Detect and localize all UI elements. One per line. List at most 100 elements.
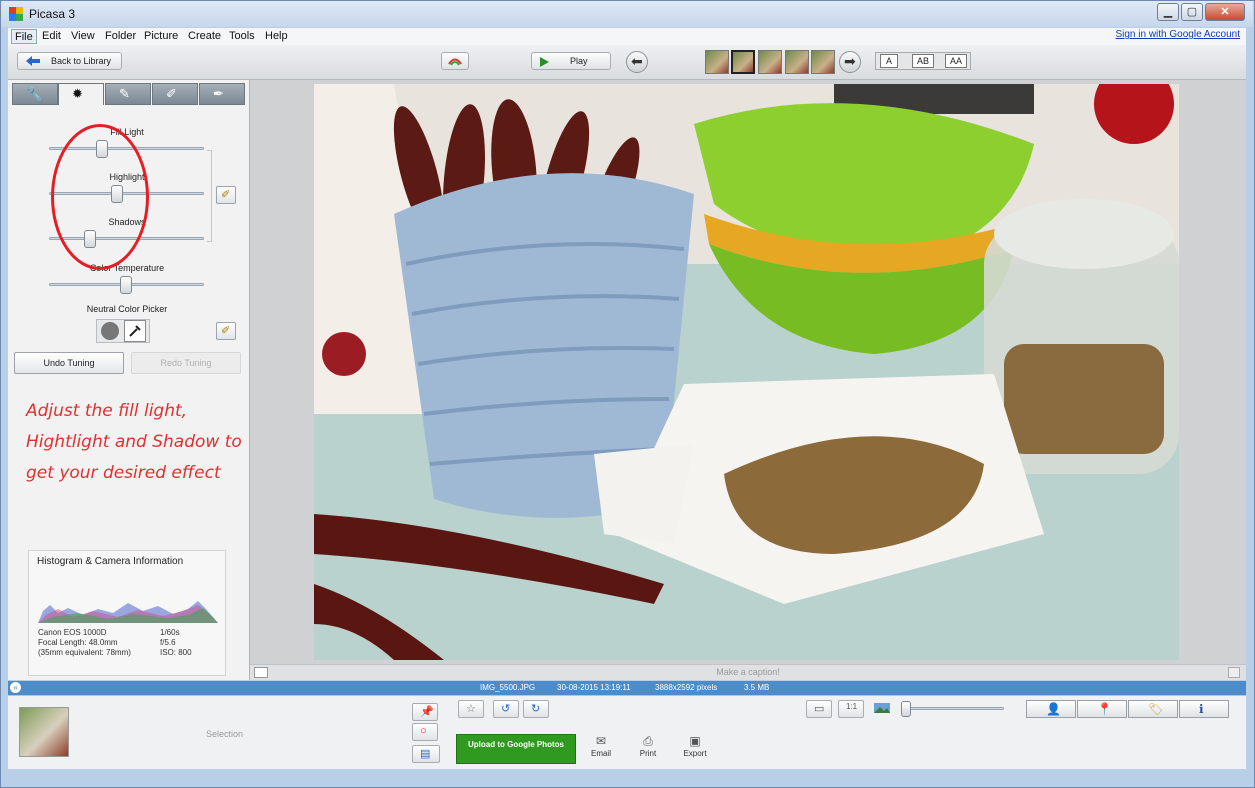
star-icon: ☆ — [466, 703, 476, 715]
menu-folder[interactable]: Folder — [102, 29, 139, 44]
menu-file[interactable]: File — [11, 29, 37, 44]
next-photo-button[interactable]: ➡ — [839, 51, 861, 73]
filmstrip-thumbnail[interactable] — [705, 50, 729, 74]
effects-button[interactable] — [441, 52, 469, 70]
selected-photo-thumbnail[interactable] — [19, 707, 69, 757]
export-label: Export — [683, 749, 707, 758]
tab-basic-fixes[interactable]: 🔧 — [12, 83, 58, 105]
menu-tools[interactable]: Tools — [226, 29, 258, 44]
file-name: IMG_5500.JPG — [480, 683, 536, 692]
clear-button[interactable]: ○ — [412, 723, 438, 741]
pin-icon: 📌 — [420, 706, 434, 718]
wrench-icon: 🔧 — [26, 86, 43, 101]
photo-tray: Selection 📌 ○ ▤ ☆ ↺ ↻ Upload to Google P… — [8, 695, 1246, 769]
neutral-color-picker-label: Neutral Color Picker — [86, 304, 168, 314]
play-slideshow-button[interactable]: Play — [531, 52, 611, 70]
undo-tuning-button[interactable]: Undo Tuning — [14, 352, 124, 374]
fit-view-button[interactable]: ▭ — [806, 700, 832, 718]
neutral-color-swatch — [101, 322, 119, 340]
toolbar: Back to Library Play ⬅ ➡ A AB AA — [8, 45, 1246, 80]
photo-illustration — [314, 84, 1179, 660]
color-temperature-slider-thumb[interactable] — [120, 276, 132, 294]
sign-in-link[interactable]: Sign in with Google Account — [1115, 29, 1240, 40]
magic-wand-icon: ✐ — [221, 325, 231, 337]
filmstrip-thumbnail[interactable] — [785, 50, 809, 74]
window-title: Picasa 3 — [29, 7, 76, 21]
image-dimensions: 3888x2592 pixels — [655, 683, 718, 692]
play-label: Play — [570, 56, 588, 66]
tag-icon: 🏷 — [1148, 702, 1164, 716]
email-label: Email — [590, 749, 611, 758]
focal-length: Focal Length: 48.0mm — [38, 638, 118, 647]
photo-viewer — [250, 80, 1246, 664]
print-label: Print — [639, 749, 657, 758]
add-to-album-button[interactable]: ▤ — [412, 745, 440, 763]
map-pin-icon: 📍 — [1097, 702, 1112, 716]
tab-more-effects[interactable]: ✐ — [152, 83, 198, 105]
photo-image — [314, 84, 1179, 660]
caption-size-large-button[interactable]: AA — [945, 54, 967, 68]
auto-color-button[interactable]: ✐ — [216, 322, 236, 340]
actual-size-button[interactable]: 1:1 — [838, 700, 864, 718]
export-folder-icon: ▣ — [689, 734, 701, 748]
filmstrip-thumbnail-current[interactable] — [731, 50, 755, 74]
filmstrip-thumbnail[interactable] — [758, 50, 782, 74]
email-button[interactable]: ✉ Email — [581, 734, 621, 758]
magic-wand-icon: ✐ — [221, 189, 231, 201]
menu-view[interactable]: View — [68, 29, 98, 44]
back-to-library-button[interactable]: Back to Library — [17, 52, 122, 70]
zoom-icon — [874, 702, 892, 714]
people-button[interactable]: 👤 — [1026, 700, 1076, 718]
menu-edit[interactable]: Edit — [39, 29, 64, 44]
minimize-button[interactable]: ▁ — [1157, 3, 1179, 21]
caption-bar: Make a caption! — [250, 664, 1246, 680]
print-button[interactable]: ⎙ Print — [628, 734, 668, 758]
rotate-left-button[interactable]: ↺ — [493, 700, 519, 718]
tab-tuning[interactable]: ✹ — [58, 83, 104, 105]
close-button[interactable]: ✕ — [1205, 3, 1245, 21]
arrow-right-icon: ➡ — [844, 53, 856, 69]
caption-input[interactable]: Make a caption! — [250, 667, 1246, 677]
brush-green-icon: ✐ — [166, 86, 177, 101]
person-icon: 👤 — [1046, 702, 1061, 716]
tags-button[interactable]: 🏷 — [1128, 700, 1178, 718]
upload-to-google-photos-button[interactable]: Upload to Google Photos — [456, 734, 576, 764]
redo-tuning-button[interactable]: Redo Tuning — [131, 352, 241, 374]
collapse-tray-button[interactable]: « — [10, 682, 21, 693]
menu-create[interactable]: Create — [185, 29, 224, 44]
circle-icon: ○ — [420, 725, 427, 737]
file-size: 3.5 MB — [744, 683, 770, 692]
fit-icon: ▭ — [814, 703, 825, 715]
info-bar: « IMG_5500.JPG 30-08-2015 13:19:11 3888x… — [8, 681, 1246, 695]
tab-even-more-effects[interactable]: ✒ — [199, 83, 245, 105]
menu-help[interactable]: Help — [262, 29, 291, 44]
previous-photo-button[interactable]: ⬅ — [626, 51, 648, 73]
places-button[interactable]: 📍 — [1077, 700, 1127, 718]
email-icon: ✉ — [595, 734, 607, 748]
rotate-right-button[interactable]: ↻ — [523, 700, 549, 718]
properties-button[interactable]: ℹ — [1179, 700, 1229, 718]
album-icon: ▤ — [420, 748, 431, 760]
filmstrip-thumbnail[interactable] — [811, 50, 835, 74]
zoom-slider[interactable] — [904, 707, 1004, 710]
brush-blue-icon: ✒ — [213, 86, 224, 101]
tab-effects[interactable]: ✎ — [105, 83, 151, 105]
star-button[interactable]: ☆ — [458, 700, 484, 718]
export-button[interactable]: ▣ Export — [675, 734, 715, 758]
zoom-slider-thumb[interactable] — [901, 701, 911, 717]
auto-contrast-button[interactable]: ✐ — [216, 186, 236, 204]
menu-picture[interactable]: Picture — [141, 29, 181, 44]
caption-size-medium-button[interactable]: AB — [912, 54, 934, 68]
maximize-button[interactable]: ▢ — [1181, 3, 1203, 21]
eyedropper-button[interactable] — [124, 320, 146, 342]
annotation-circle — [51, 124, 149, 270]
aperture: f/5.6 — [160, 638, 176, 647]
caption-clear-button[interactable] — [1228, 667, 1240, 678]
hold-button[interactable]: 📌 — [412, 703, 438, 721]
menu-bar: File Edit View Folder Picture Create Too… — [8, 28, 1246, 45]
color-temperature-label: Color Temperature — [89, 263, 165, 273]
selection-label: Selection — [206, 729, 244, 739]
edit-tabs: 🔧 ✹ ✎ ✐ ✒ — [12, 83, 246, 105]
caption-size-small-button[interactable]: A — [880, 54, 898, 68]
pinwheel-icon — [448, 58, 462, 66]
